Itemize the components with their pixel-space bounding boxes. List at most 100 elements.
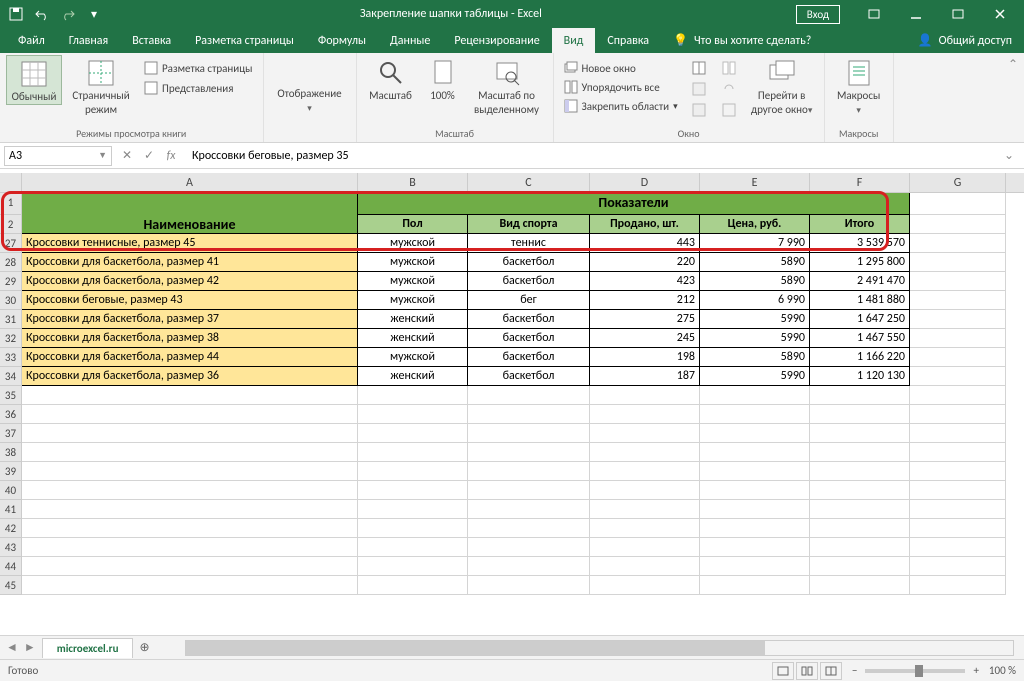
row-header[interactable]: 41 bbox=[0, 500, 22, 519]
row-header[interactable]: 42 bbox=[0, 519, 22, 538]
spreadsheet-grid[interactable]: A B C D E F G 1Показатели2НаименованиеПо… bbox=[0, 173, 1024, 635]
undo-icon[interactable] bbox=[30, 2, 54, 26]
cell[interactable] bbox=[468, 519, 590, 538]
cell[interactable]: мужской bbox=[358, 291, 468, 310]
cell[interactable] bbox=[22, 386, 358, 405]
cell[interactable] bbox=[910, 272, 1006, 291]
row-header[interactable]: 43 bbox=[0, 538, 22, 557]
cell[interactable] bbox=[358, 462, 468, 481]
cell[interactable] bbox=[910, 424, 1006, 443]
cell[interactable] bbox=[590, 443, 700, 462]
cell[interactable] bbox=[910, 576, 1006, 595]
col-header[interactable]: B bbox=[358, 173, 468, 192]
cell[interactable] bbox=[22, 405, 358, 424]
page-break-view-button[interactable]: Страничный режим bbox=[66, 55, 136, 117]
maximize-icon[interactable] bbox=[938, 0, 978, 28]
cell[interactable] bbox=[468, 405, 590, 424]
cell[interactable] bbox=[910, 215, 1006, 234]
cell[interactable] bbox=[22, 424, 358, 443]
cell[interactable]: Кроссовки теннисные, размер 45 bbox=[22, 234, 358, 253]
cell[interactable]: 5890 bbox=[700, 253, 810, 272]
cell[interactable]: 6 990 bbox=[700, 291, 810, 310]
cell[interactable] bbox=[810, 424, 910, 443]
row-header[interactable]: 27 bbox=[0, 234, 22, 253]
sync-scroll-button[interactable] bbox=[718, 80, 740, 98]
cell[interactable]: Кроссовки для баскетбола, размер 41 bbox=[22, 253, 358, 272]
cell[interactable] bbox=[910, 291, 1006, 310]
cell[interactable]: Кроссовки для баскетбола, размер 37 bbox=[22, 310, 358, 329]
cell[interactable] bbox=[810, 576, 910, 595]
cell[interactable]: 5990 bbox=[700, 329, 810, 348]
cell[interactable] bbox=[22, 443, 358, 462]
row-header[interactable]: 35 bbox=[0, 386, 22, 405]
row-header[interactable]: 33 bbox=[0, 348, 22, 367]
cell[interactable]: Цена, руб. bbox=[700, 215, 810, 234]
cell[interactable]: баскетбол bbox=[468, 310, 590, 329]
cell[interactable] bbox=[910, 193, 1006, 215]
col-header[interactable]: C bbox=[468, 173, 590, 192]
cell[interactable] bbox=[358, 386, 468, 405]
page-break-icon[interactable] bbox=[820, 662, 842, 680]
unhide-button[interactable] bbox=[688, 101, 710, 119]
row-header[interactable]: 29 bbox=[0, 272, 22, 291]
zoom-in-button[interactable]: + bbox=[973, 664, 978, 677]
cell[interactable]: бег bbox=[468, 291, 590, 310]
cell[interactable] bbox=[700, 443, 810, 462]
ribbon-options-icon[interactable] bbox=[854, 0, 894, 28]
row-header[interactable]: 36 bbox=[0, 405, 22, 424]
cell[interactable]: 1 481 880 bbox=[810, 291, 910, 310]
cell[interactable] bbox=[910, 443, 1006, 462]
normal-view-button[interactable]: Обычный bbox=[6, 55, 62, 105]
cell[interactable] bbox=[468, 538, 590, 557]
cell[interactable] bbox=[358, 538, 468, 557]
cell[interactable] bbox=[468, 481, 590, 500]
col-header[interactable]: E bbox=[700, 173, 810, 192]
row-header[interactable]: 30 bbox=[0, 291, 22, 310]
cell[interactable] bbox=[358, 557, 468, 576]
tab-data[interactable]: Данные bbox=[378, 28, 442, 53]
prev-sheet-icon[interactable]: ◄ bbox=[6, 640, 18, 655]
cell[interactable]: баскетбол bbox=[468, 253, 590, 272]
cell[interactable] bbox=[910, 253, 1006, 272]
cell[interactable]: баскетбол bbox=[468, 367, 590, 386]
cell[interactable]: мужской bbox=[358, 253, 468, 272]
next-sheet-icon[interactable]: ► bbox=[24, 640, 36, 655]
cell[interactable] bbox=[358, 443, 468, 462]
row-header[interactable]: 38 bbox=[0, 443, 22, 462]
cell[interactable]: баскетбол bbox=[468, 348, 590, 367]
cell[interactable]: 1 467 550 bbox=[810, 329, 910, 348]
cell[interactable] bbox=[22, 538, 358, 557]
row-header[interactable]: 40 bbox=[0, 481, 22, 500]
freeze-panes-button[interactable]: Закрепить области ▾ bbox=[560, 97, 682, 115]
cell[interactable]: баскетбол bbox=[468, 329, 590, 348]
cell[interactable]: 5890 bbox=[700, 272, 810, 291]
cell[interactable]: Кроссовки беговые, размер 43 bbox=[22, 291, 358, 310]
cell[interactable] bbox=[700, 519, 810, 538]
cell[interactable] bbox=[358, 500, 468, 519]
cell[interactable] bbox=[910, 481, 1006, 500]
cell[interactable] bbox=[590, 538, 700, 557]
cell[interactable]: 187 bbox=[590, 367, 700, 386]
cell[interactable] bbox=[22, 576, 358, 595]
tab-insert[interactable]: Вставка bbox=[120, 28, 183, 53]
cell[interactable] bbox=[700, 576, 810, 595]
cell[interactable]: 1 647 250 bbox=[810, 310, 910, 329]
cell[interactable] bbox=[910, 329, 1006, 348]
cell[interactable]: Пол bbox=[358, 215, 468, 234]
cell[interactable]: 1 120 130 bbox=[810, 367, 910, 386]
add-sheet-button[interactable]: ⊕ bbox=[133, 640, 155, 655]
tab-file[interactable]: Файл bbox=[6, 28, 57, 53]
cell[interactable] bbox=[358, 519, 468, 538]
cell[interactable] bbox=[810, 462, 910, 481]
cell[interactable] bbox=[700, 386, 810, 405]
cell[interactable] bbox=[700, 538, 810, 557]
zoom-selection-button[interactable]: Масштаб по выделенному bbox=[467, 55, 547, 117]
cell[interactable] bbox=[700, 424, 810, 443]
col-header[interactable]: D bbox=[590, 173, 700, 192]
cell[interactable] bbox=[22, 519, 358, 538]
cell[interactable] bbox=[910, 500, 1006, 519]
cell[interactable]: 1 166 220 bbox=[810, 348, 910, 367]
minimize-icon[interactable] bbox=[896, 0, 936, 28]
cell[interactable] bbox=[700, 481, 810, 500]
tab-view[interactable]: Вид bbox=[552, 28, 596, 53]
